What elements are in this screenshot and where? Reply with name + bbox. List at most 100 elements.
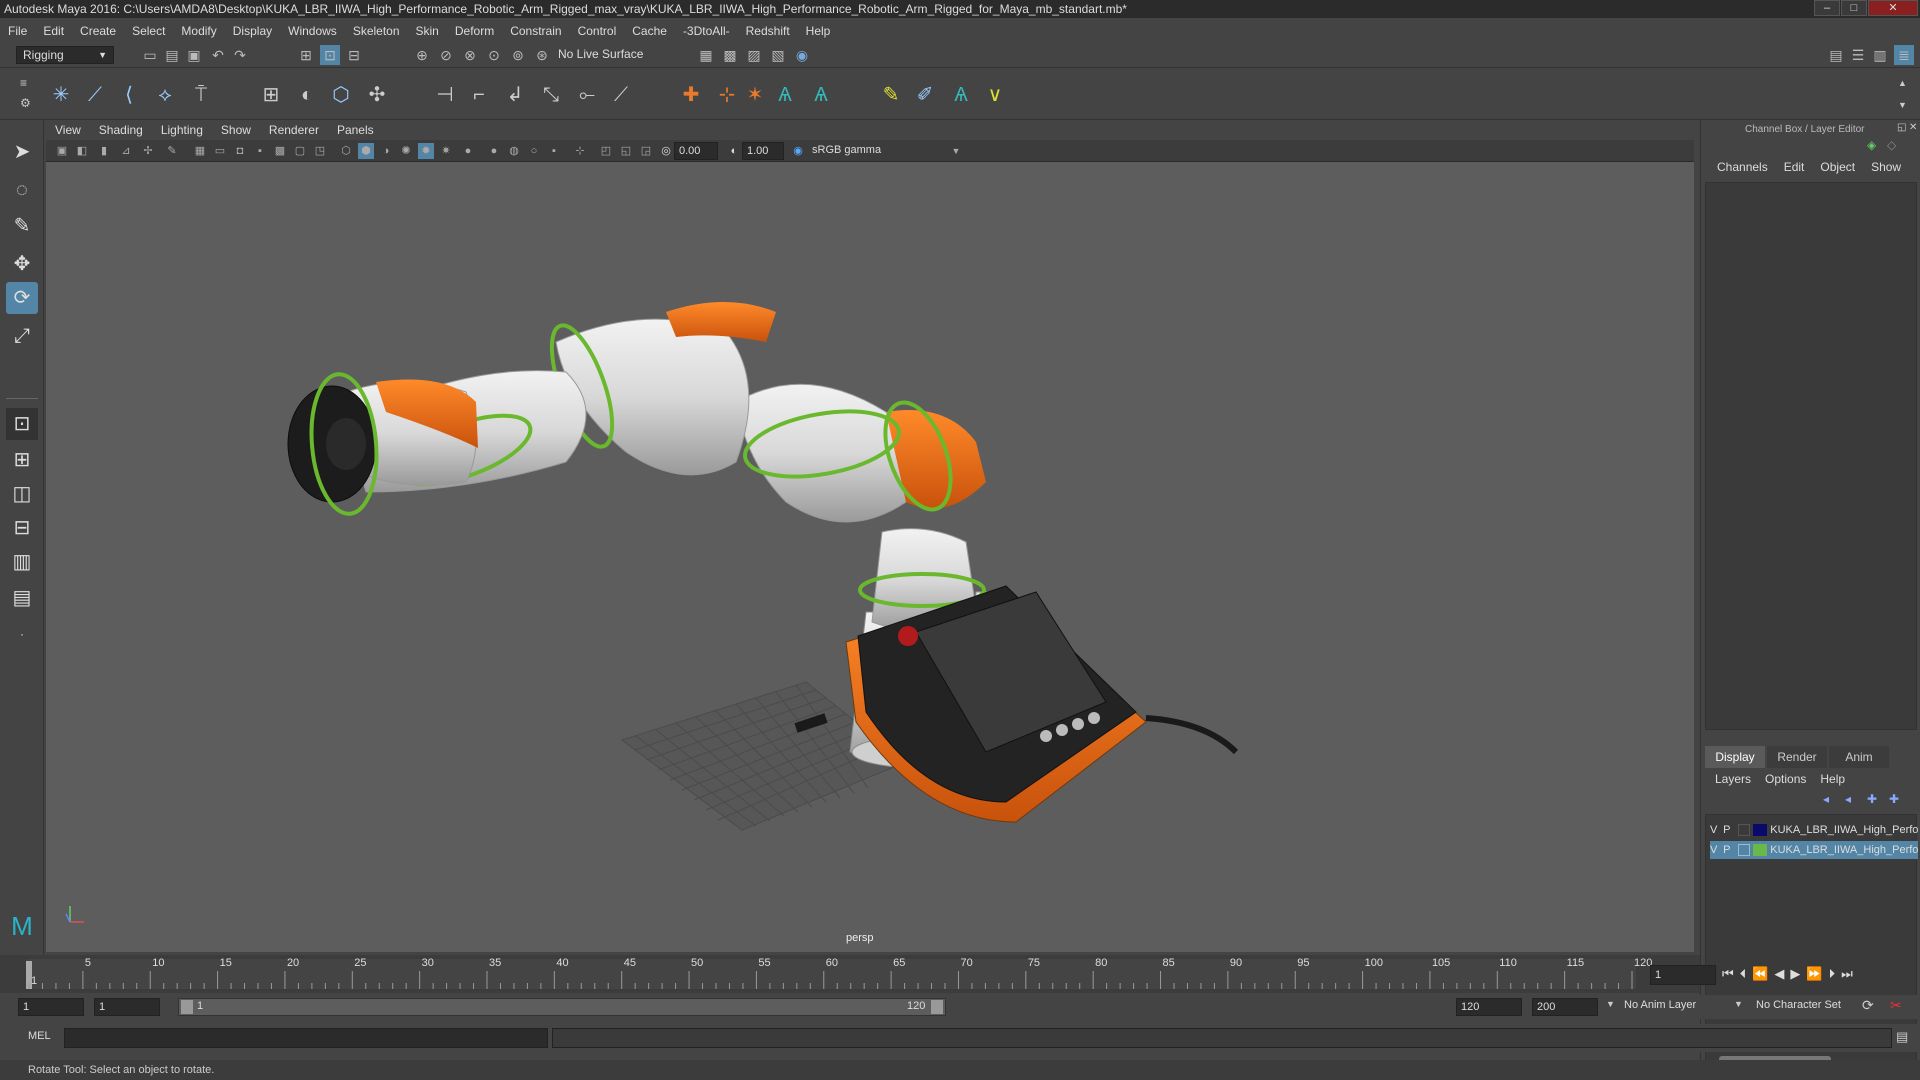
smooth-shade-icon[interactable]: ⬢: [358, 143, 374, 159]
two-pane-side-icon[interactable]: ◫: [6, 478, 38, 510]
persp-graph-icon[interactable]: ▤: [6, 582, 38, 614]
layer-playback-toggle[interactable]: P: [1723, 841, 1735, 859]
snap-view-icon[interactable]: ⊙: [484, 45, 504, 65]
hik-icon[interactable]: Ѧ: [770, 80, 800, 110]
new-scene-icon[interactable]: ▭: [140, 45, 160, 65]
v-tool-icon[interactable]: ∨: [980, 80, 1010, 110]
menu-windows[interactable]: Windows: [280, 24, 345, 38]
exposure-field[interactable]: 0.00: [674, 142, 718, 160]
menu-set-dropdown[interactable]: Rigging ▼: [16, 46, 114, 64]
layer-row[interactable]: V P KUKA_LBR_IIWA_High_Perfor: [1710, 841, 1918, 859]
joint-tool-icon[interactable]: ✳: [46, 80, 76, 110]
step-forward-key-icon[interactable]: ⏩: [1806, 966, 1822, 982]
channel-box-toggle-icon[interactable]: ≣: [1894, 45, 1914, 65]
close-button[interactable]: ✕: [1868, 0, 1918, 16]
tab-render[interactable]: Render: [1767, 746, 1827, 768]
paint-select-icon[interactable]: ✎: [6, 210, 38, 242]
xray-icon[interactable]: ⊹: [572, 143, 588, 159]
hik-control-icon[interactable]: Ѧ: [806, 80, 836, 110]
perspective-viewport[interactable]: persp: [46, 162, 1694, 952]
chevron-down-icon[interactable]: ▼: [1734, 999, 1743, 1009]
command-input[interactable]: [64, 1028, 548, 1048]
bind-skin-icon[interactable]: ⊞: [256, 80, 286, 110]
layer-color-swatch[interactable]: [1753, 824, 1768, 837]
ik-handle-icon[interactable]: ⟋: [80, 80, 110, 110]
image-plane-icon[interactable]: ⊿: [118, 143, 134, 159]
ipr-render-icon[interactable]: ▨: [744, 45, 764, 65]
tab-anim[interactable]: Anim: [1829, 746, 1889, 768]
play-backward-icon[interactable]: ◀: [1774, 966, 1784, 982]
snap-live-icon[interactable]: ⊛: [532, 45, 552, 65]
menu-deform[interactable]: Deform: [447, 24, 502, 38]
panel-menu-view[interactable]: View: [46, 123, 90, 137]
go-to-start-icon[interactable]: ⏮: [1722, 966, 1734, 982]
persp-outliner-icon[interactable]: ▥: [6, 546, 38, 578]
camera-select-icon[interactable]: ▣: [54, 143, 70, 159]
point-constraint-icon[interactable]: ⊣: [430, 80, 460, 110]
snap-grid-icon[interactable]: ⊕: [412, 45, 432, 65]
new-layer-icon[interactable]: ✚: [1867, 792, 1877, 806]
panel-menu-panels[interactable]: Panels: [328, 123, 383, 137]
render-frame-icon[interactable]: ▩: [720, 45, 740, 65]
paint-tool-icon[interactable]: ✐: [910, 80, 940, 110]
select-tool-icon[interactable]: ➤: [6, 136, 38, 168]
safe-action-icon[interactable]: ▢: [292, 143, 308, 159]
motion-blur-icon[interactable]: ●: [486, 143, 502, 159]
channel-show-menu[interactable]: Show: [1871, 160, 1901, 178]
time-slider[interactable]: 1 5 10 15 20 25 30 35 40 45 50 55 60 65 70 75 80 85 90 95 10…: [0, 955, 1716, 993]
live-surface-field[interactable]: No Live Surface: [552, 46, 658, 64]
start-time-field[interactable]: 1: [18, 998, 84, 1016]
scale-constraint-icon[interactable]: ⤡: [536, 80, 566, 110]
resolution-gate-icon[interactable]: ◘: [232, 143, 248, 159]
four-pane-layout-icon[interactable]: ⊞: [6, 444, 38, 476]
menu-modify[interactable]: Modify: [173, 24, 224, 38]
mirror-joint-icon[interactable]: ⟡: [150, 80, 180, 110]
paint-weights-icon[interactable]: ◐: [292, 80, 322, 110]
chevron-down-icon[interactable]: ▼: [948, 143, 964, 159]
layer-visibility-toggle[interactable]: V: [1710, 821, 1720, 839]
step-forward-frame-icon[interactable]: ⏵: [1829, 966, 1836, 982]
pole-vector-icon[interactable]: ⟋: [606, 80, 636, 110]
screen-space-ao-icon[interactable]: ●: [460, 143, 476, 159]
chevron-down-icon[interactable]: ▼: [1606, 999, 1615, 1009]
step-back-frame-icon[interactable]: ⏴: [1740, 966, 1747, 982]
tab-display[interactable]: Display: [1705, 746, 1765, 768]
scale-tool-icon[interactable]: ⤢: [6, 320, 38, 352]
playback-start-field[interactable]: 1: [94, 998, 160, 1016]
layer-type-toggle[interactable]: [1738, 844, 1751, 857]
safe-title-icon[interactable]: ◳: [312, 143, 328, 159]
menu-skeleton[interactable]: Skeleton: [345, 24, 408, 38]
panel-menu-shading[interactable]: Shading: [90, 123, 152, 137]
menu-constrain[interactable]: Constrain: [502, 24, 569, 38]
modeling-toolkit-icon[interactable]: ▤: [1826, 45, 1846, 65]
snap-curve-icon[interactable]: ⊘: [436, 45, 456, 65]
gamma-field[interactable]: 1.00: [742, 142, 784, 160]
snap-point-icon[interactable]: ⊗: [460, 45, 480, 65]
camera-attributes-icon[interactable]: ◧: [74, 143, 90, 159]
more-layouts-icon[interactable]: ·: [6, 618, 38, 650]
new-layer-selected-icon[interactable]: ✚: [1889, 792, 1899, 806]
orient-constraint-icon[interactable]: ↲: [500, 80, 530, 110]
character-set-dropdown[interactable]: No Character Set: [1756, 999, 1841, 1011]
menu-3dtoall[interactable]: -3DtoAll-: [675, 24, 738, 38]
driven-key-icon[interactable]: ✶: [740, 80, 770, 110]
render-view-icon[interactable]: ▧: [768, 45, 788, 65]
menu-file[interactable]: File: [0, 24, 35, 38]
menu-control[interactable]: Control: [570, 24, 625, 38]
auto-key-icon[interactable]: ⟳: [1862, 997, 1874, 1014]
command-language-toggle[interactable]: MEL: [28, 1030, 51, 1042]
film-gate-icon[interactable]: ▭: [212, 143, 228, 159]
layer-help-menu[interactable]: Help: [1820, 772, 1845, 786]
layer-type-toggle[interactable]: [1738, 824, 1751, 837]
menu-redshift[interactable]: Redshift: [738, 24, 798, 38]
menu-select[interactable]: Select: [124, 24, 173, 38]
channel-list[interactable]: [1705, 182, 1917, 730]
ik-spline-icon[interactable]: ⟨: [114, 80, 144, 110]
go-to-end-icon[interactable]: ⏭: [1841, 966, 1853, 982]
snap-surface-icon[interactable]: ⊚: [508, 45, 528, 65]
menu-help[interactable]: Help: [798, 24, 839, 38]
locator-icon[interactable]: ✚: [676, 80, 706, 110]
animation-preferences-icon[interactable]: ✂: [1890, 997, 1902, 1014]
exposure-reset-icon[interactable]: ◲: [638, 143, 654, 159]
layer-playback-toggle[interactable]: P: [1723, 821, 1735, 839]
